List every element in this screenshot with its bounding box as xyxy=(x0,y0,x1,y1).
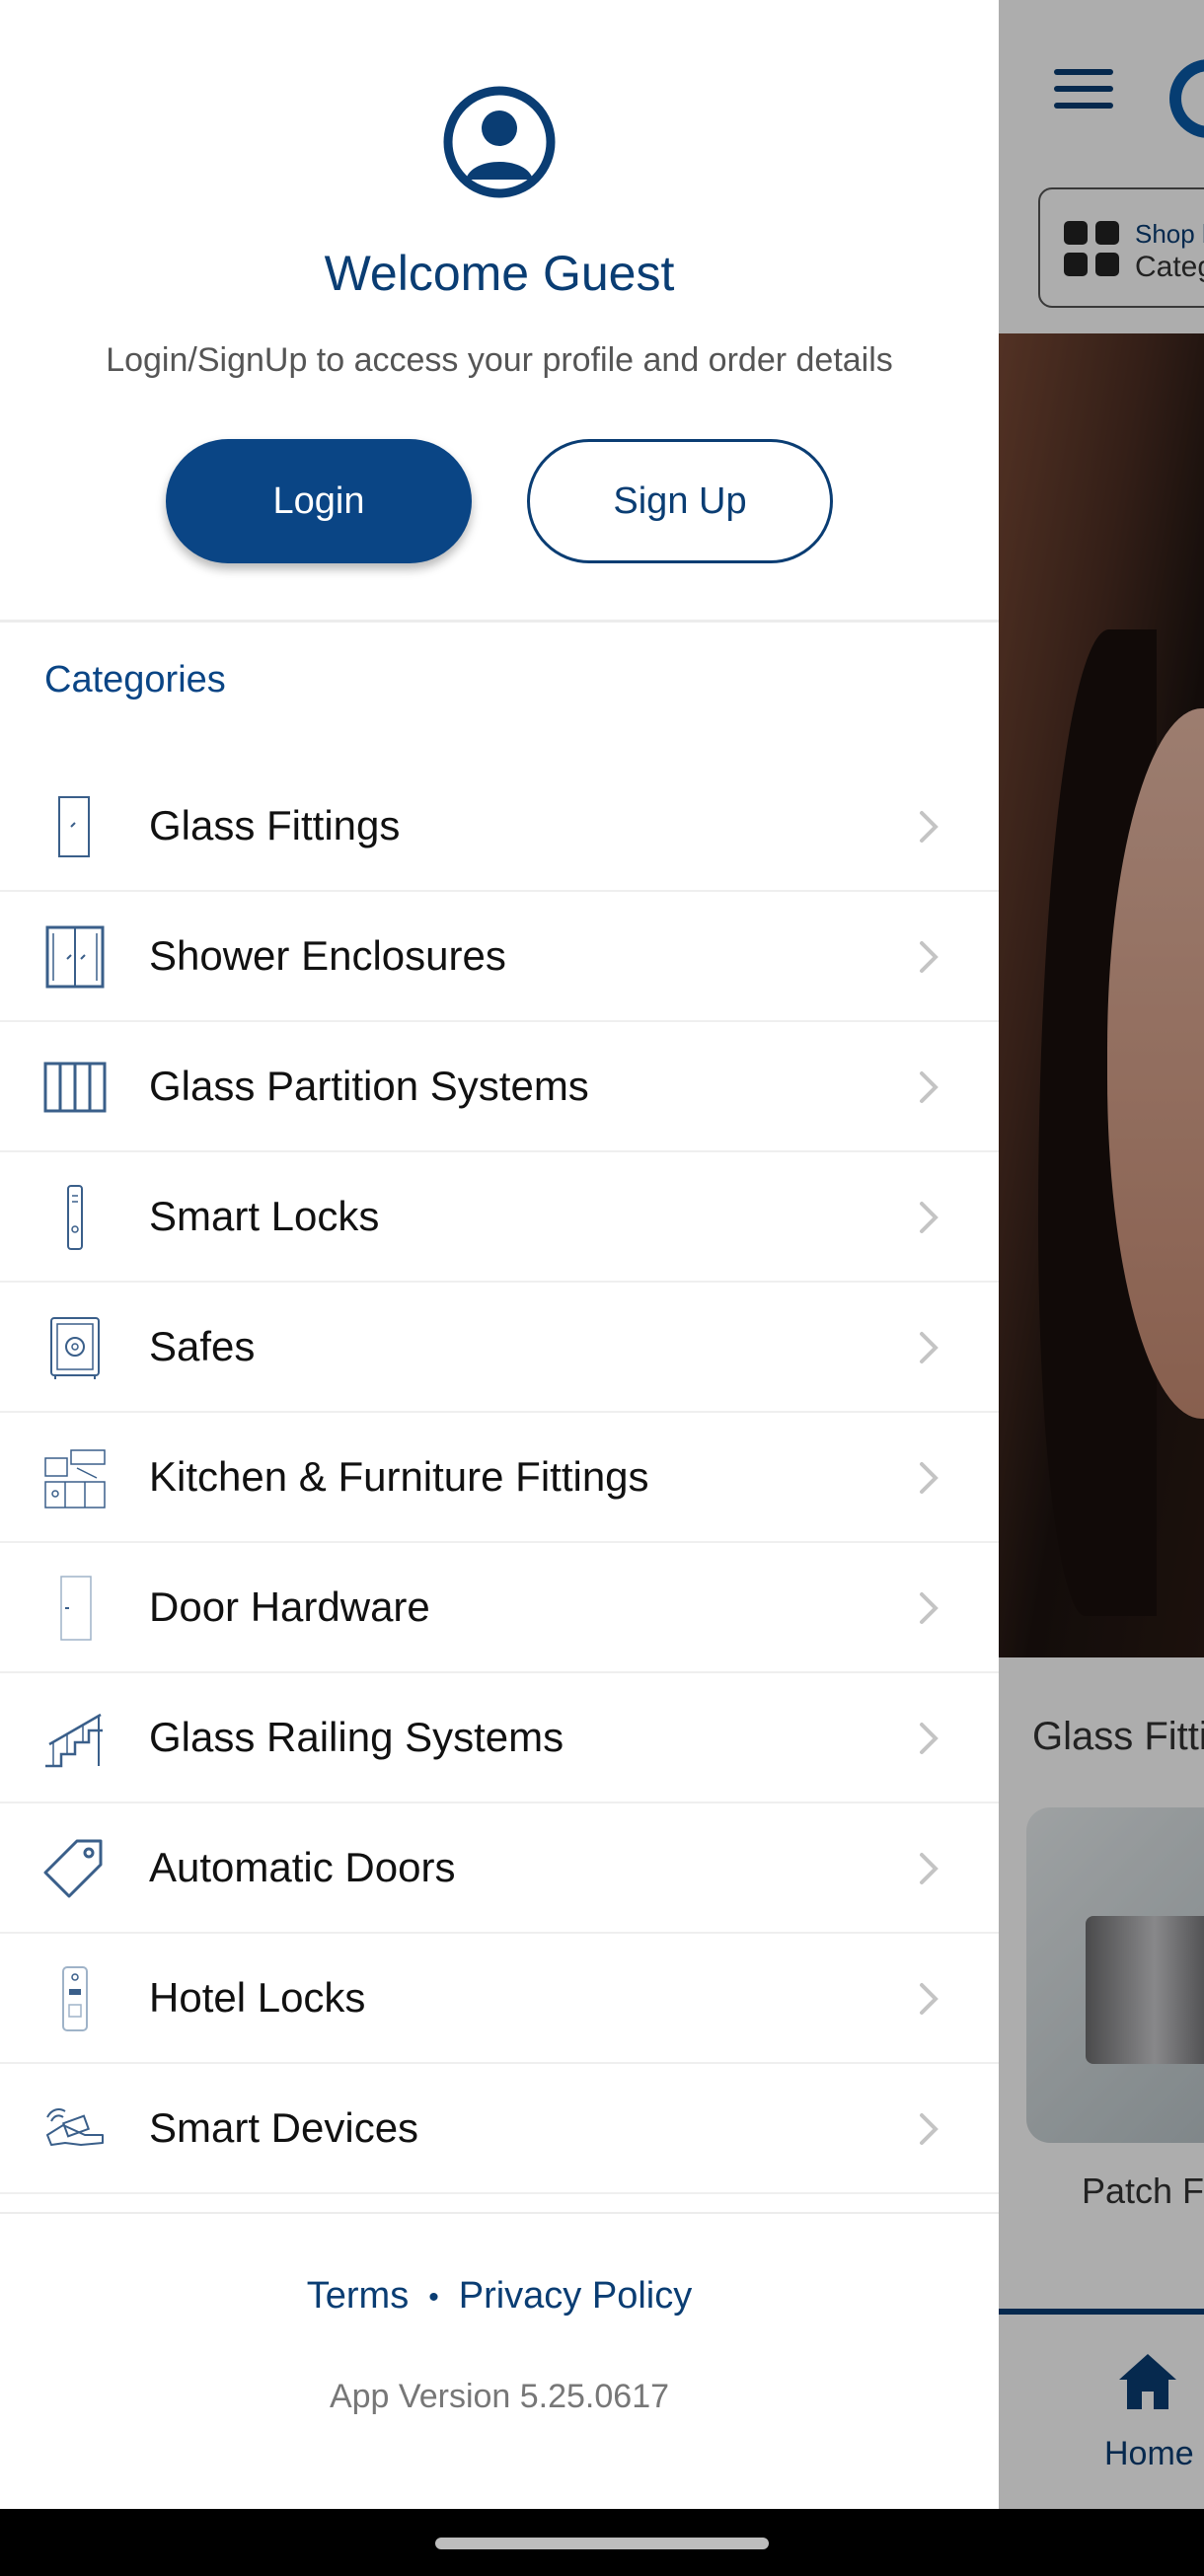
category-label: Glass Railing Systems xyxy=(149,1714,564,1760)
chevron-right-icon xyxy=(920,941,939,973)
tag-icon xyxy=(43,1839,103,1898)
category-item-shower-enclosures[interactable]: Shower Enclosures xyxy=(0,892,999,1022)
category-label: Smart Devices xyxy=(149,2104,419,2151)
shower-enclosure-icon xyxy=(45,925,105,989)
category-label: Smart Locks xyxy=(149,1193,380,1239)
category-item-safes[interactable]: Safes xyxy=(0,1283,999,1413)
legal-links: Terms • Privacy Policy xyxy=(0,2275,999,2318)
category-label: Glass Partition Systems xyxy=(149,1063,589,1109)
category-label: Glass Fittings xyxy=(149,802,401,848)
partition-icon xyxy=(43,1062,107,1113)
chevron-right-icon xyxy=(920,1202,939,1233)
category-list: Glass Fittings Shower Enclosures Glass P… xyxy=(0,762,999,2194)
chevron-right-icon xyxy=(920,1071,939,1103)
category-item-smart-devices[interactable]: Smart Devices xyxy=(0,2064,999,2194)
separator-dot: • xyxy=(428,2280,439,2314)
railing-icon xyxy=(45,1713,103,1768)
chevron-right-icon xyxy=(920,1983,939,2015)
privacy-policy-link[interactable]: Privacy Policy xyxy=(459,2275,693,2317)
safe-icon xyxy=(50,1317,100,1379)
category-label: Door Hardware xyxy=(149,1583,430,1630)
category-item-hotel-locks[interactable]: Hotel Locks xyxy=(0,1934,999,2064)
chevron-right-icon xyxy=(920,1853,939,1884)
home-indicator[interactable] xyxy=(435,2538,769,2549)
category-item-smart-locks[interactable]: Smart Locks xyxy=(0,1152,999,1283)
navigation-drawer: Welcome Guest Login/SignUp to access you… xyxy=(0,0,999,2509)
category-item-glass-fittings[interactable]: Glass Fittings xyxy=(0,762,999,892)
kitchen-icon xyxy=(44,1449,106,1509)
category-item-kitchen-furniture-fittings[interactable]: Kitchen & Furniture Fittings xyxy=(0,1413,999,1543)
hotel-lock-icon xyxy=(62,1966,88,2031)
user-avatar-icon xyxy=(443,86,556,198)
login-button[interactable]: Login xyxy=(166,439,472,563)
category-label: Automatic Doors xyxy=(149,1844,456,1890)
category-item-glass-partition-systems[interactable]: Glass Partition Systems xyxy=(0,1022,999,1152)
signup-button[interactable]: Sign Up xyxy=(527,439,833,563)
categories-heading: Categories xyxy=(44,659,226,700)
chevron-right-icon xyxy=(920,811,939,843)
login-prompt-text: Login/SignUp to access your profile and … xyxy=(106,341,893,379)
category-label: Safes xyxy=(149,1323,256,1369)
chevron-right-icon xyxy=(920,1462,939,1494)
chevron-right-icon xyxy=(920,1723,939,1754)
category-item-automatic-doors[interactable]: Automatic Doors xyxy=(0,1803,999,1934)
glass-door-icon xyxy=(58,796,90,857)
divider xyxy=(0,2212,999,2214)
chevron-right-icon xyxy=(920,2113,939,2145)
welcome-title: Welcome Guest xyxy=(324,246,675,301)
category-item-door-hardware[interactable]: Door Hardware xyxy=(0,1543,999,1673)
category-label: Shower Enclosures xyxy=(149,932,506,979)
smart-card-icon xyxy=(46,2108,104,2146)
door-icon xyxy=(60,1576,92,1641)
category-item-glass-railing-systems[interactable]: Glass Railing Systems xyxy=(0,1673,999,1803)
smart-lock-icon xyxy=(67,1185,83,1250)
terms-link[interactable]: Terms xyxy=(307,2275,409,2317)
divider xyxy=(0,620,999,623)
app-version-text: App Version 5.25.0617 xyxy=(329,2378,670,2415)
category-label: Kitchen & Furniture Fittings xyxy=(149,1453,649,1500)
chevron-right-icon xyxy=(920,1592,939,1624)
category-label: Hotel Locks xyxy=(149,1974,366,2021)
chevron-right-icon xyxy=(920,1332,939,1363)
